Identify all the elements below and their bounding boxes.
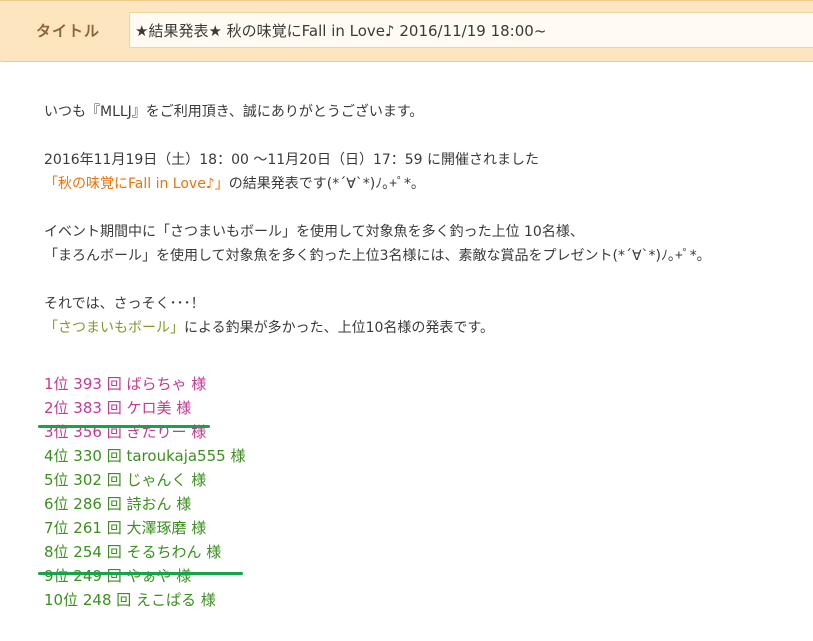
title-label: タイトル <box>36 22 101 40</box>
post-body: いつも『MLLJ』をご利用頂き、誠にありがとうございます。 2016年11月19… <box>44 100 804 612</box>
event-name: 「秋の味覚にFall in Love♪」 <box>44 176 229 192</box>
ranking-intro: 「さつまいもボール」による釣果が多かった、上位10名様の発表です。 <box>44 316 804 340</box>
ranking-list: 1位 393 回 ばらちゃ 様 2位 383 回 ケロ美 様 3位 356 回 … <box>44 372 804 612</box>
prize-text-2: 「まろんボール」を使用して対象魚を多く釣った上位3名様には、素敵な賞品をプレゼン… <box>44 248 704 264</box>
greeting-text: いつも『MLLJ』をご利用頂き、誠にありがとうございます。 <box>44 104 424 120</box>
ranking-item: 4位 330 回 taroukaja555 様 <box>44 447 246 465</box>
ranking-item: 9位 249 回 やぁや 様 <box>44 567 192 585</box>
ranking-item: 6位 286 回 詩おん 様 <box>44 495 192 513</box>
ranking-item: 3位 356 回 ぎたりー 様 <box>44 423 207 441</box>
event-announcement: 「秋の味覚にFall in Love♪」の結果発表です(*´∀`*)ﾉ｡+ﾟ*｡ <box>44 172 804 196</box>
ranking-item: 1位 393 回 ばらちゃ 様 <box>44 375 207 393</box>
ball-name: 「さつまいもボール」 <box>44 320 184 336</box>
prize-text-1: イベント期間中に「さつまいもボール」を使用して対象魚を多く釣った上位 10名様、 <box>44 224 584 240</box>
ranking-item: 8位 254 回 そるちわん 様 <box>44 543 222 561</box>
post-title: ★結果発表★ 秋の味覚にFall in Love♪ 2016/11/19 18:… <box>135 22 547 40</box>
ranking-item: 10位 248 回 えこぱる 様 <box>44 591 216 609</box>
intro-text: それでは、さっそく･･･！ <box>44 296 205 312</box>
ranking-intro-text: による釣果が多かった、上位10名様の発表です。 <box>184 320 494 336</box>
ranking-item: 5位 302 回 じゃんく 様 <box>44 471 207 489</box>
highlight-underline <box>38 572 243 575</box>
highlight-underline <box>38 425 210 428</box>
ranking-item: 2位 383 回 ケロ美 様 <box>44 399 192 417</box>
event-period-text: 2016年11月19日（土）18：00 ～11月20日（日）17：59 に開催さ… <box>44 152 540 168</box>
event-result-text: の結果発表です(*´∀`*)ﾉ｡+ﾟ*｡ <box>228 176 419 192</box>
ranking-item: 7位 261 回 大澤琢磨 様 <box>44 519 207 537</box>
